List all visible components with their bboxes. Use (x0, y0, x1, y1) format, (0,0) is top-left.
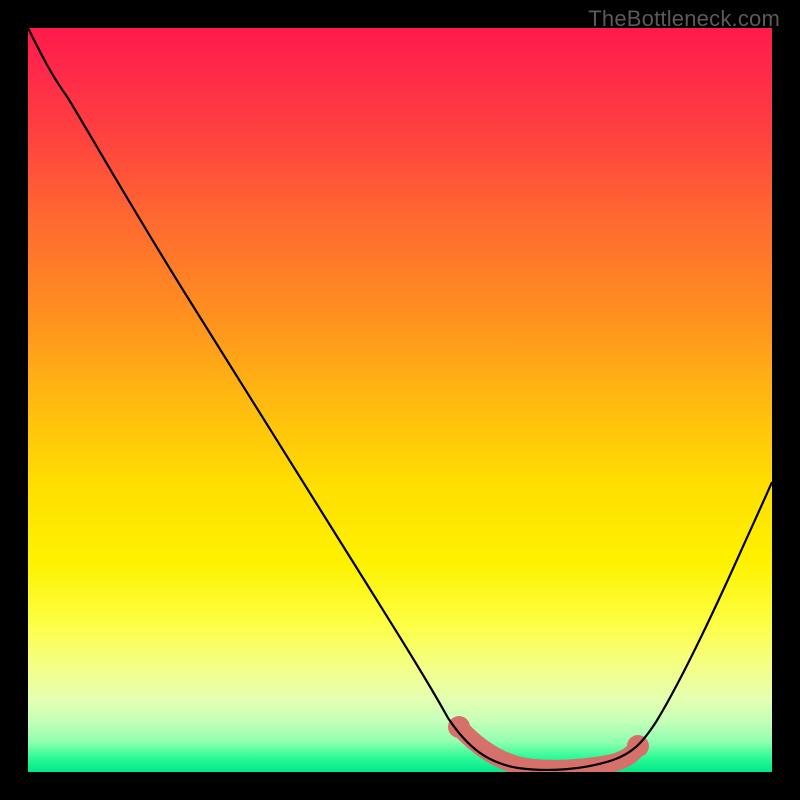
chart-container: TheBottleneck.com (0, 0, 800, 800)
plot-area (28, 28, 772, 772)
watermark-text: TheBottleneck.com (588, 6, 780, 32)
bottleneck-curve (28, 28, 772, 770)
highlight-band (448, 716, 649, 769)
chart-svg (28, 28, 772, 772)
